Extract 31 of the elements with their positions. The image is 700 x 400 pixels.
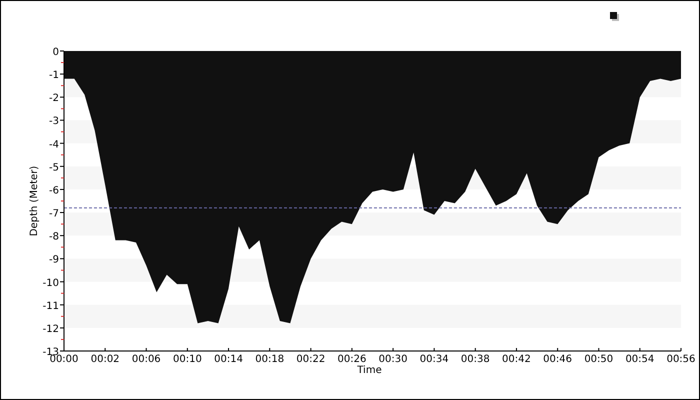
y-tick-label: -11	[42, 300, 59, 312]
x-tick-label: 00:42	[502, 354, 531, 365]
legend-marker	[610, 12, 619, 21]
y-axis-title: Depth (Meter)	[29, 166, 40, 236]
y-tick-label: -10	[42, 278, 59, 289]
y-tick-label: -1	[49, 70, 59, 82]
y-tick-label: -4	[49, 139, 59, 150]
y-tick-label: -6	[49, 185, 59, 196]
x-tick-label: 00:18	[255, 354, 284, 365]
x-tick-label: 00:34	[420, 354, 449, 365]
x-tick-label: 00:02	[90, 354, 120, 365]
x-tick-label: 00:50	[584, 354, 614, 365]
y-tick-label: 0	[52, 47, 59, 58]
y-tick-label: -7	[49, 208, 59, 220]
y-tick-label: -12	[42, 324, 59, 335]
x-tick-label: 00:54	[625, 354, 654, 365]
x-tick-label: 00:56	[666, 354, 696, 365]
y-tick-label: -5	[49, 162, 59, 174]
x-tick-label: 00:10	[172, 354, 202, 365]
x-tick-label: 00:06	[132, 354, 161, 365]
x-tick-label: 00:14	[214, 354, 243, 365]
y-tick-label: -8	[49, 232, 59, 243]
y-tick-label: -2	[49, 93, 59, 104]
y-tick-label: -3	[49, 116, 59, 128]
y-tick-label: -9	[49, 254, 59, 266]
x-tick-label: 00:26	[338, 354, 366, 365]
x-tick-label: 00:30	[378, 354, 408, 365]
x-axis-title: Time	[357, 365, 382, 376]
x-tick-label: 00:46	[543, 354, 572, 365]
x-tick-label: 00:38	[460, 354, 490, 365]
x-tick-label: 00:22	[296, 354, 326, 365]
